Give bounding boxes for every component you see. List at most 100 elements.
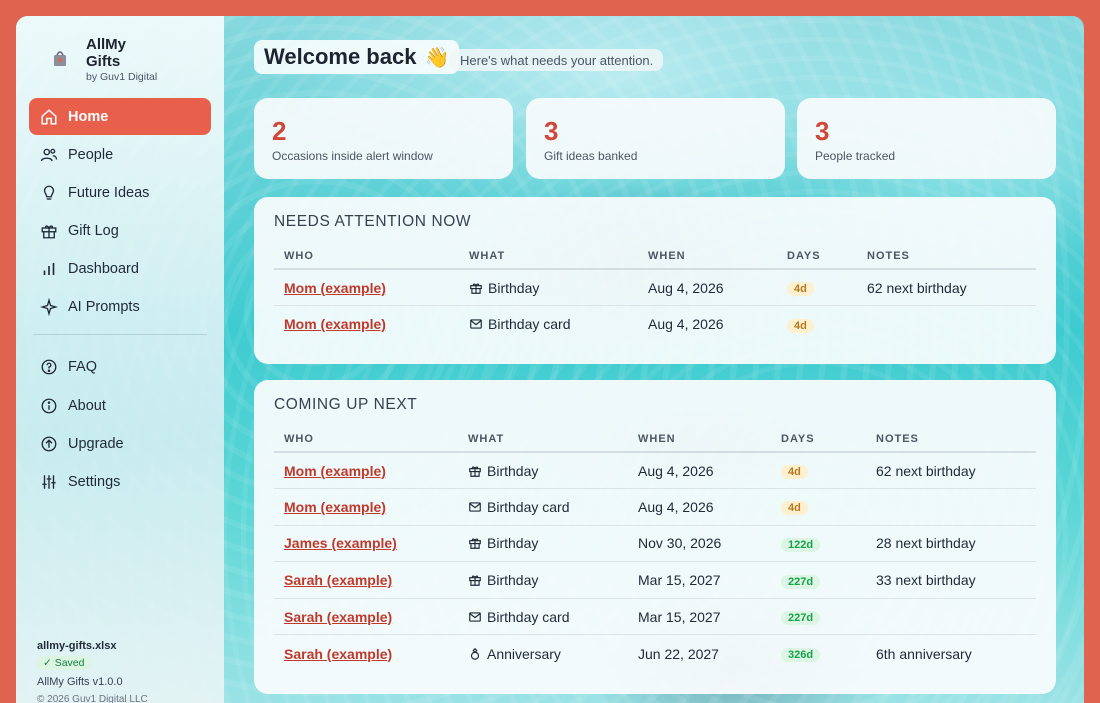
occasion-label: Birthday	[487, 572, 539, 589]
occasion-label: Birthday card	[488, 316, 571, 333]
notes-cell: 28 next birthday	[866, 525, 1036, 563]
occasion-cell: Birthday	[458, 525, 628, 563]
column-header-notes: NOTES	[857, 243, 1036, 270]
column-header-who: WHO	[274, 243, 459, 270]
days-badge: 326d	[781, 648, 821, 663]
file-name: allmy-gifts.xlsx	[37, 640, 117, 652]
upcoming-title: COMING UP NEXT	[274, 396, 418, 413]
date-cell: Mar 15, 2027	[628, 561, 771, 599]
gift-icon	[468, 536, 482, 550]
days-badge: 4d	[787, 318, 814, 333]
table-row: Sarah (example) Birthday card Mar 15, 2027…	[274, 598, 1036, 636]
person-link[interactable]: Sarah (example)	[274, 635, 458, 672]
attention-title: NEEDS ATTENTION NOW	[274, 213, 472, 230]
brand-title-line2: Gifts	[86, 53, 121, 70]
sidebar-item-gift-log[interactable]: Gift Log	[29, 213, 211, 250]
column-header-when: WHEN	[628, 426, 771, 453]
ring-icon	[468, 647, 482, 661]
table-row: Mom (example) Birthday Aug 4, 2026 4d 62 nex…	[274, 269, 1036, 307]
app-window: AllMy Gifts by Guv1 Digital Home People …	[16, 16, 1084, 703]
person-link[interactable]: Mom (example)	[274, 269, 459, 307]
person-link[interactable]: Sarah (example)	[274, 561, 458, 599]
notes-cell: 33 next birthday	[866, 561, 1036, 599]
envelope-icon	[468, 610, 482, 624]
sidebar-item-upgrade[interactable]: Upgrade	[29, 425, 211, 462]
envelope-icon	[469, 317, 483, 331]
date-cell: Mar 15, 2027	[628, 598, 771, 636]
date-cell: Aug 4, 2026	[628, 488, 771, 526]
sidebar-item-label: Home	[68, 108, 109, 125]
column-header-what: WHAT	[458, 426, 628, 453]
person-link[interactable]: Sarah (example)	[274, 598, 458, 636]
brand: AllMy Gifts by Guv1 Digital	[48, 36, 157, 83]
person-link[interactable]: Mom (example)	[274, 488, 458, 526]
days-badge: 4d	[781, 465, 808, 480]
stat-label: Gift ideas banked	[544, 149, 638, 163]
days-badge: 4d	[787, 282, 814, 297]
table-header-row: WHO WHAT WHEN DAYS NOTES	[274, 243, 1036, 270]
occasion-label: Birthday	[487, 535, 539, 552]
sidebar-item-label: Future Ideas	[68, 184, 150, 201]
sidebar-item-label: About	[68, 397, 106, 414]
days-cell: 122d	[771, 525, 866, 563]
days-cell: 4d	[771, 452, 866, 490]
column-header-days: DAYS	[777, 243, 857, 270]
sidebar-item-ai-prompts[interactable]: AI Prompts	[29, 289, 211, 326]
occasion-label: Birthday	[488, 279, 540, 296]
gift-icon	[41, 225, 57, 239]
bar-chart-icon	[43, 263, 55, 276]
attention-table: WHO WHAT WHEN DAYS NOTES Mom (example) Bi…	[274, 243, 1036, 342]
copyright-text: © 2026 Guv1 Digital LLC	[37, 694, 148, 703]
date-cell: Aug 4, 2026	[648, 316, 724, 333]
days-badge: 227d	[781, 574, 821, 589]
days-cell: 4d	[777, 306, 857, 343]
sidebar-item-label: AI Prompts	[68, 299, 140, 316]
table-row: Mom (example) Birthday Aug 4, 2026 4d 62 nex…	[274, 452, 1036, 490]
sidebar-item-label: Upgrade	[68, 435, 124, 452]
table-row: Sarah (example) Anniversary Jun 22, 2027 32…	[274, 635, 1036, 672]
person-link[interactable]: James (example)	[274, 525, 458, 563]
sliders-icon	[42, 475, 56, 489]
days-cell: 4d	[771, 488, 866, 526]
lightbulb-icon	[43, 185, 55, 200]
home-icon	[41, 108, 57, 124]
person-link[interactable]: Mom (example)	[274, 452, 458, 490]
sidebar-item-label: FAQ	[68, 359, 98, 376]
days-cell: 4d	[777, 269, 857, 307]
sidebar-item-label: Dashboard	[68, 261, 139, 278]
people-icon	[40, 148, 58, 161]
notes-cell	[866, 598, 1036, 636]
occasion-cell: Birthday	[458, 561, 628, 599]
person-link[interactable]: Mom (example)	[274, 306, 459, 343]
occasion-cell: Birthday	[458, 452, 628, 490]
saved-badge: ✓ Saved	[37, 656, 91, 670]
table-row: Mom (example) Birthday card Aug 4, 2026 4d	[274, 488, 1036, 526]
sidebar-item-label: Settings	[68, 474, 121, 490]
upcoming-rows: Mom (example) Birthday Aug 4, 2026 4d 62 nex…	[274, 452, 1036, 672]
occasion-cell: Birthday	[459, 269, 638, 307]
envelope-icon	[468, 500, 482, 514]
notes-cell: 62 next birthday	[857, 269, 1036, 307]
sidebar-item-home[interactable]: Home	[29, 98, 211, 135]
sidebar-item-settings[interactable]: Settings	[29, 464, 211, 501]
attention-rows: Mom (example) Birthday Aug 4, 2026 4d 62 nex…	[274, 269, 1036, 342]
sidebar-item-label: Gift Log	[68, 223, 119, 240]
upgrade-arrow-icon	[41, 436, 57, 452]
stat-card-people: 3 People tracked	[797, 98, 1056, 179]
stat-value: 3	[544, 116, 559, 146]
sidebar-item-future-ideas[interactable]: Future Ideas	[29, 174, 211, 211]
occasion-cell: Anniversary	[458, 635, 628, 672]
occasion-label: Birthday card	[487, 608, 570, 625]
version-text: AllMy Gifts v1.0.0	[37, 676, 123, 688]
attention-panel: NEEDS ATTENTION NOW WHO WHAT WHEN DAYS N…	[254, 197, 1056, 364]
days-badge: 122d	[781, 537, 821, 552]
sidebar-item-people[interactable]: People	[29, 136, 211, 173]
gift-bag-logo-icon	[48, 46, 72, 70]
stat-value: 3	[815, 116, 830, 146]
sidebar-item-faq[interactable]: FAQ	[29, 349, 211, 386]
gift-icon	[468, 464, 482, 478]
sidebar-item-dashboard[interactable]: Dashboard	[29, 251, 211, 288]
waving-hand-icon: 👋	[424, 46, 450, 69]
occasion-label: Birthday	[487, 462, 539, 479]
sidebar-item-about[interactable]: About	[29, 387, 211, 424]
